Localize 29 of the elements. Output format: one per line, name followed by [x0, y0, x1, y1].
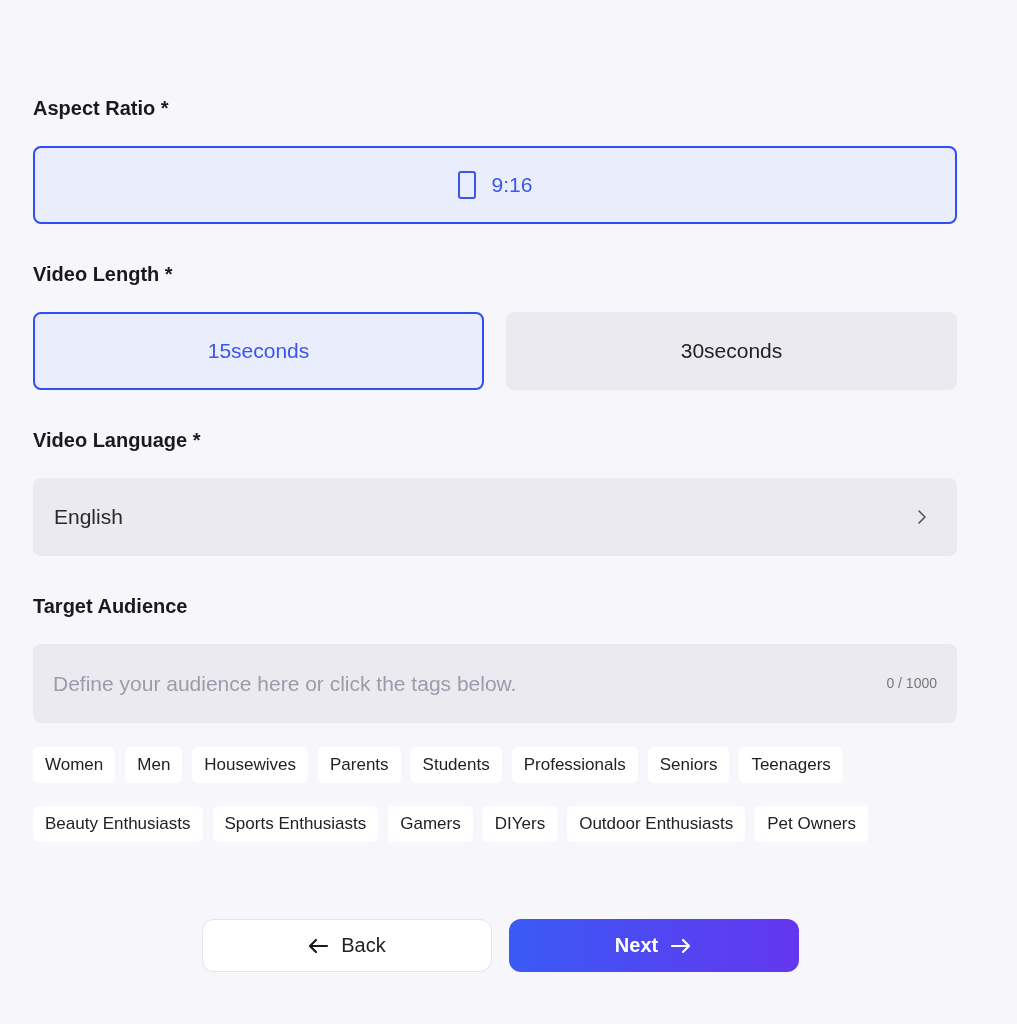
audience-tag[interactable]: Students — [410, 747, 502, 783]
audience-tag[interactable]: Beauty Enthusiasts — [33, 806, 203, 842]
chevron-right-icon — [917, 509, 927, 525]
length-option[interactable]: 15seconds — [33, 312, 484, 390]
back-button[interactable]: Back — [201, 919, 492, 972]
audience-tag[interactable]: Outdoor Enthusiasts — [567, 806, 746, 842]
audience-tag[interactable]: Gamers — [388, 806, 473, 842]
audience-tag[interactable]: Parents — [318, 747, 401, 783]
audience-tag[interactable]: Teenagers — [739, 747, 843, 783]
character-counter: 0 / 1000 — [886, 675, 937, 691]
language-select[interactable]: English — [33, 478, 957, 556]
aspect-option[interactable]: 9:16 — [33, 146, 957, 224]
audience-tag[interactable]: Sports Enthusiasts — [212, 806, 379, 842]
audience-tag[interactable]: Professionals — [511, 747, 638, 783]
field-label: Target Audience — [33, 594, 189, 619]
audience-tag[interactable]: Women — [33, 747, 116, 783]
audience-tag[interactable]: Pet Owners — [755, 806, 868, 842]
phone-icon — [457, 171, 476, 199]
audience-tag[interactable]: DIYers — [482, 806, 558, 842]
field-label: Video Length * — [33, 262, 174, 287]
length-option[interactable]: 30seconds — [506, 312, 957, 390]
field-label: Aspect Ratio * — [33, 96, 170, 121]
left-arrow-icon — [307, 937, 330, 954]
audience-tag[interactable]: Men — [125, 747, 183, 783]
next-button[interactable]: Next — [508, 919, 799, 972]
right-arrow-icon — [670, 937, 693, 954]
field-label: Video Language * — [33, 428, 202, 453]
audience-tag[interactable]: Housewives — [192, 747, 308, 783]
audience-tag[interactable]: Seniors — [647, 747, 730, 783]
